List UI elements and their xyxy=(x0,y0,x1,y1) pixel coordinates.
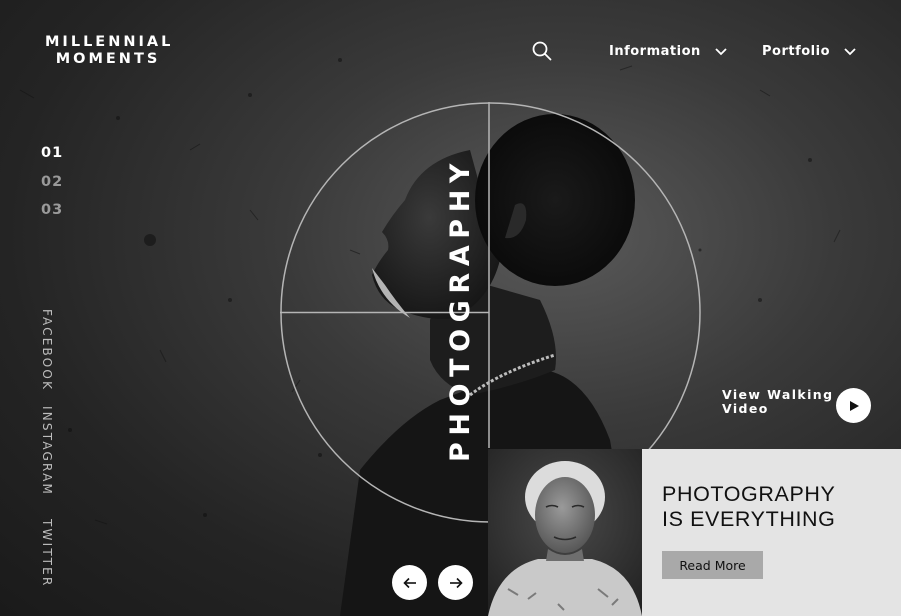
card-content: PHOTOGRAPHY IS EVERYTHING Read More xyxy=(642,449,901,616)
video-label-line-1: View Walking xyxy=(722,387,834,402)
brand-logo[interactable]: MILLENNIAL MOMENTS xyxy=(45,34,171,68)
chevron-down-icon xyxy=(844,47,856,55)
card-title-line-2: IS EVERYTHING xyxy=(662,507,836,531)
elderly-woman-portrait xyxy=(488,449,642,616)
video-label-line-2: Video xyxy=(722,401,769,416)
hero-title-text: PHOTOGRAPHY xyxy=(445,156,477,462)
arrow-right-icon xyxy=(449,577,463,588)
card-title-line-1: PHOTOGRAPHY xyxy=(662,482,836,506)
card-portrait-image xyxy=(488,449,642,616)
social-link-facebook[interactable]: FACEBOOK xyxy=(40,309,54,391)
nav-portfolio[interactable]: Portfolio xyxy=(762,44,856,59)
social-link-twitter[interactable]: TWITTER xyxy=(40,519,54,588)
card-title: PHOTOGRAPHY IS EVERYTHING xyxy=(662,482,901,532)
video-label[interactable]: View Walking Video xyxy=(722,388,833,416)
slide-number-3[interactable]: 03 xyxy=(41,202,63,231)
next-slide-button[interactable] xyxy=(438,565,473,600)
feature-card: PHOTOGRAPHY IS EVERYTHING Read More xyxy=(488,449,901,616)
slide-pagination: 01 02 03 xyxy=(41,145,63,231)
slide-number-2[interactable]: 02 xyxy=(41,174,63,203)
previous-slide-button[interactable] xyxy=(392,565,427,600)
arrow-left-icon xyxy=(402,577,416,588)
play-video-button[interactable] xyxy=(836,388,871,423)
brand-line-2: MOMENTS xyxy=(55,51,161,67)
nav-portfolio-label: Portfolio xyxy=(762,44,831,59)
read-more-button[interactable]: Read More xyxy=(662,551,763,579)
nav-information-label: Information xyxy=(609,44,701,59)
play-icon xyxy=(849,400,859,411)
chevron-down-icon xyxy=(715,47,727,55)
brand-line-1: MILLENNIAL xyxy=(45,34,174,50)
hero-vertical-title: PHOTOGRAPHY xyxy=(441,150,481,468)
search-icon[interactable] xyxy=(531,40,553,62)
nav-information[interactable]: Information xyxy=(609,44,727,59)
social-link-instagram[interactable]: INSTAGRAM xyxy=(40,406,54,496)
slide-number-1[interactable]: 01 xyxy=(41,145,63,174)
